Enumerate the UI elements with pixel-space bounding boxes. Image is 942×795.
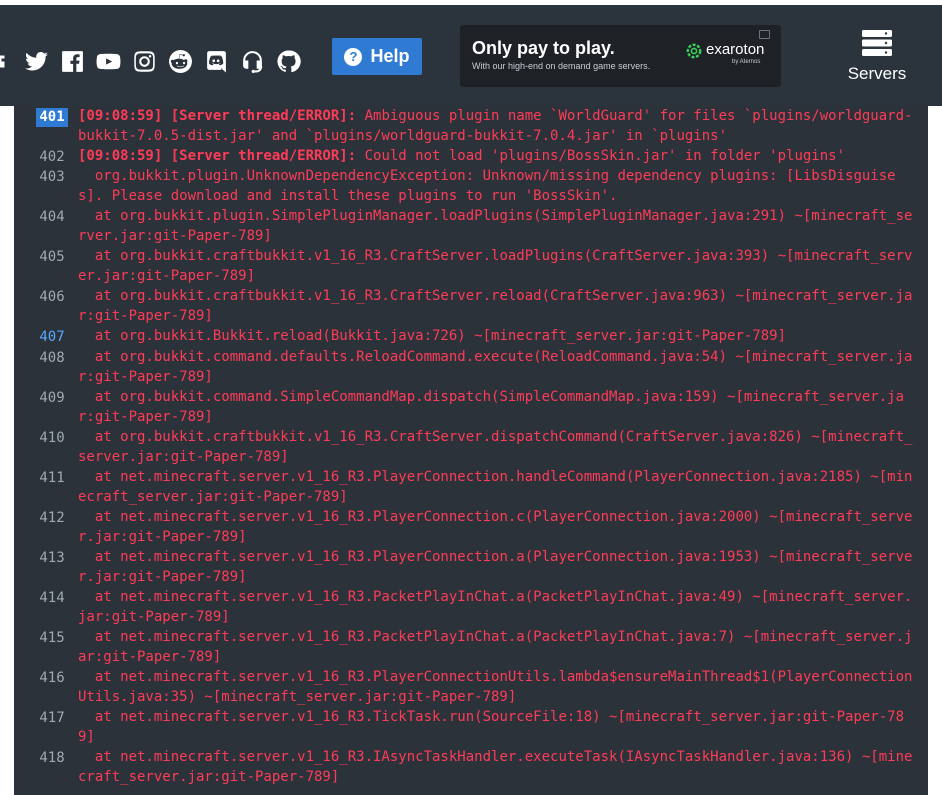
line-number[interactable]: 415 — [36, 629, 68, 648]
log-message: at org.bukkit.plugin.SimplePluginManager… — [78, 208, 913, 244]
line-number[interactable]: 411 — [36, 469, 68, 488]
ad-brand: exaroton — [706, 41, 765, 58]
log-line-text: at net.minecraft.server.v1_16_R3.TickTas… — [78, 708, 918, 747]
log-message: at net.minecraft.server.v1_16_R3.PlayerC… — [78, 669, 913, 705]
ad-brand-sub: by Aternos — [732, 59, 761, 65]
log-message: at org.bukkit.craftbukkit.v1_16_R3.Craft… — [78, 288, 913, 324]
line-number[interactable]: 402 — [36, 148, 68, 167]
log-line-text: [09:08:59] [Server thread/ERROR]: Could … — [78, 147, 918, 167]
log-message: at net.minecraft.server.v1_16_R3.PacketP… — [78, 629, 913, 665]
log-line-text: at org.bukkit.Bukkit.reload(Bukkit.java:… — [78, 327, 918, 347]
twitter-icon[interactable] — [18, 43, 54, 79]
log-message: org.bukkit.plugin.UnknownDependencyExcep… — [78, 168, 896, 204]
log-message: at org.bukkit.Bukkit.reload(Bukkit.java:… — [78, 328, 787, 344]
line-number[interactable]: 406 — [36, 288, 68, 307]
log-line-text: at org.bukkit.craftbukkit.v1_16_R3.Craft… — [78, 247, 918, 286]
line-number[interactable]: 405 — [36, 248, 68, 267]
log-message: at org.bukkit.command.defaults.ReloadCom… — [78, 349, 913, 385]
log-line-text: at net.minecraft.server.v1_16_R3.PlayerC… — [78, 548, 918, 587]
log-message: at net.minecraft.server.v1_16_R3.PacketP… — [78, 589, 913, 625]
line-number[interactable]: 407 — [36, 328, 68, 347]
log-prefix: [09:08:59] [Server thread/ERROR]: — [78, 108, 357, 124]
line-number[interactable]: 409 — [36, 389, 68, 408]
log-message: at net.minecraft.server.v1_16_R3.IAsyncT… — [78, 749, 913, 785]
line-number[interactable]: 418 — [36, 749, 68, 768]
line-number[interactable]: 412 — [36, 509, 68, 528]
log-message: at org.bukkit.craftbukkit.v1_16_R3.Craft… — [78, 248, 913, 284]
line-number[interactable]: 416 — [36, 669, 68, 688]
line-number[interactable]: 417 — [36, 709, 68, 728]
line-number[interactable]: 401 — [36, 108, 68, 127]
discord-icon[interactable] — [198, 43, 234, 79]
log-line-text: at org.bukkit.craftbukkit.v1_16_R3.Craft… — [78, 287, 918, 326]
line-number[interactable]: 410 — [36, 429, 68, 448]
help-label: Help — [370, 46, 410, 66]
facebook-icon[interactable] — [54, 43, 90, 79]
line-number[interactable]: 403 — [36, 168, 68, 187]
servers-label: Servers — [847, 64, 907, 83]
log-message: at org.bukkit.command.SimpleCommandMap.d… — [78, 389, 905, 425]
question-icon: ? — [344, 47, 363, 66]
log-line-text: at net.minecraft.server.v1_16_R3.PacketP… — [78, 628, 918, 667]
line-number[interactable]: 413 — [36, 549, 68, 568]
line-number[interactable]: 408 — [36, 349, 68, 368]
log-message: at org.bukkit.craftbukkit.v1_16_R3.Craft… — [78, 429, 913, 465]
content-area: 401 [09:08:59] [Server thread/ERROR]: Amb… — [0, 106, 942, 795]
exaroton-ad-banner[interactable]: Only pay to play. With our high-end on d… — [460, 25, 781, 87]
log-line-text: org.bukkit.plugin.UnknownDependencyExcep… — [78, 167, 918, 206]
log-line-text: at net.minecraft.server.v1_16_R3.PacketP… — [78, 588, 918, 627]
line-number[interactable]: 414 — [36, 589, 68, 608]
log-line-text: at net.minecraft.server.v1_16_R3.PlayerC… — [78, 468, 918, 507]
log-message: at net.minecraft.server.v1_16_R3.TickTas… — [78, 709, 905, 745]
log-line-text: at net.minecraft.server.v1_16_R3.IAsyncT… — [78, 748, 918, 787]
log-line-text: at org.bukkit.command.SimpleCommandMap.d… — [78, 388, 918, 427]
log-viewer[interactable]: 401 [09:08:59] [Server thread/ERROR]: Amb… — [14, 106, 928, 795]
partial-social-icon[interactable] — [0, 43, 18, 79]
log-line-text: at org.bukkit.command.defaults.ReloadCom… — [78, 348, 918, 387]
headset-icon[interactable] — [234, 43, 270, 79]
log-line-text: at net.minecraft.server.v1_16_R3.PlayerC… — [78, 668, 918, 707]
exaroton-logo-icon — [686, 43, 702, 59]
log-line-text: at org.bukkit.craftbukkit.v1_16_R3.Craft… — [78, 428, 918, 467]
log-line-text: at org.bukkit.plugin.SimplePluginManager… — [78, 207, 918, 246]
ad-headline: Only pay to play. — [472, 38, 615, 58]
ad-close-icon[interactable] — [759, 30, 770, 39]
log-line-text: at net.minecraft.server.v1_16_R3.PlayerC… — [78, 508, 918, 547]
line-number[interactable]: 404 — [36, 208, 68, 227]
log-prefix: [09:08:59] [Server thread/ERROR]: — [78, 148, 357, 164]
instagram-icon[interactable] — [126, 43, 162, 79]
log-line-text: [09:08:59] [Server thread/ERROR]: Ambigu… — [78, 107, 918, 146]
ad-subtext: With our high-end on demand game servers… — [472, 61, 651, 71]
log-message: at net.minecraft.server.v1_16_R3.PlayerC… — [78, 549, 913, 585]
help-button[interactable]: ? Help — [332, 38, 422, 75]
log-message: Could not load 'plugins/BossSkin.jar' in… — [356, 148, 846, 164]
log-message: at net.minecraft.server.v1_16_R3.PlayerC… — [78, 509, 913, 545]
log-message: at net.minecraft.server.v1_16_R3.PlayerC… — [78, 469, 913, 505]
reddit-icon[interactable] — [162, 43, 198, 79]
site-header: ? Help Only pay to play. With our high-e… — [0, 5, 942, 106]
servers-icon — [862, 30, 892, 56]
github-icon[interactable] — [270, 43, 306, 79]
youtube-icon[interactable] — [90, 43, 126, 79]
servers-menu[interactable]: Servers — [842, 29, 912, 84]
social-links — [0, 43, 306, 79]
